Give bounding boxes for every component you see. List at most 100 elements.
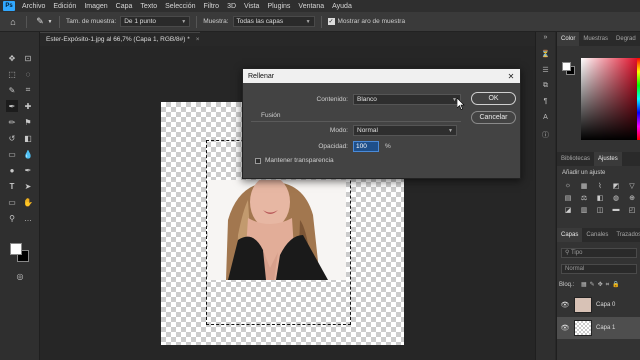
mode-label: Modo: <box>329 127 348 134</box>
character-icon[interactable]: A <box>540 114 552 124</box>
properties-icon[interactable]: ☰ <box>540 66 552 76</box>
hand-tool-icon[interactable]: ✋ <box>22 196 34 208</box>
shape-tool-icon[interactable]: ▭ <box>6 196 18 208</box>
paragraph-icon[interactable]: ¶ <box>540 98 552 108</box>
opacity-input[interactable]: 100 <box>353 141 379 152</box>
preserve-transparency-label[interactable]: Mantener transparencia <box>265 157 334 164</box>
tab-libraries[interactable]: Bibliotecas <box>557 152 594 166</box>
cancel-button[interactable]: Cancelar <box>471 111 516 124</box>
dodge-tool-icon[interactable]: ● <box>6 164 18 176</box>
sample-select[interactable]: Todas las capas ▼ <box>232 16 315 27</box>
channel-mixer-icon[interactable]: ⊕ <box>625 194 639 202</box>
tab-paths[interactable]: Trazados <box>612 228 640 242</box>
type-tool-icon[interactable]: T <box>6 180 18 192</box>
menu-filtro[interactable]: Filtro <box>200 3 224 10</box>
levels-icon[interactable]: ▦ <box>577 182 591 190</box>
invert-icon[interactable]: ◪ <box>561 206 575 214</box>
healing-tool-icon[interactable]: ✚ <box>22 100 34 112</box>
eye-icon[interactable]: 👁 <box>560 324 570 332</box>
blend-mode-select[interactable]: Normal <box>561 264 637 274</box>
menu-archivo[interactable]: Archivo <box>18 3 49 10</box>
foreground-color-swatch[interactable] <box>10 243 22 255</box>
layers-comp-icon[interactable]: ⧉ <box>540 82 552 92</box>
info-icon[interactable]: ⓘ <box>540 130 552 140</box>
lasso-tool-icon[interactable]: ◌ <box>22 68 34 80</box>
hue-saturation-icon[interactable]: ▤ <box>561 194 575 202</box>
crop-tool-icon[interactable]: ⌗ <box>22 84 34 96</box>
layer-name[interactable]: Capa 0 <box>596 302 615 308</box>
black-white-icon[interactable]: ◧ <box>593 194 607 202</box>
path-select-tool-icon[interactable]: ➤ <box>22 180 34 192</box>
blur-tool-icon[interactable]: 💧 <box>22 148 34 160</box>
sample-size-select[interactable]: De 1 punto ▼ <box>120 16 191 27</box>
show-ring-checkbox[interactable]: ✓ <box>327 18 335 25</box>
artboard-tool-icon[interactable]: ⊡ <box>22 52 34 64</box>
document-tab[interactable]: Ester-Expósito-1.jpg al 66,7% (Capa 1, R… <box>40 32 200 46</box>
history-icon[interactable]: ⏳ <box>540 50 552 60</box>
close-icon[interactable]: × <box>196 36 200 43</box>
menu-vista[interactable]: Vista <box>240 3 263 10</box>
menu-plugins[interactable]: Plugins <box>263 3 294 10</box>
preserve-transparency-checkbox[interactable] <box>255 157 261 164</box>
layer-name[interactable]: Capa 1 <box>596 325 615 331</box>
posterize-icon[interactable]: ▥ <box>577 206 591 214</box>
move-tool-icon[interactable]: ✥ <box>6 52 18 64</box>
gradient-tool-icon[interactable]: ▭ <box>6 148 18 160</box>
gradient-map-icon[interactable]: ▬ <box>609 206 623 214</box>
tab-adjustments[interactable]: Ajustes <box>594 152 622 166</box>
menu-capa[interactable]: Capa <box>112 3 137 10</box>
opacity-unit: % <box>385 143 391 150</box>
menu-ventana[interactable]: Ventana <box>294 3 328 10</box>
ok-button[interactable]: OK <box>471 92 516 105</box>
selective-color-icon[interactable]: ◰ <box>625 206 639 214</box>
exposure-icon[interactable]: ◩ <box>609 182 623 190</box>
layer-row[interactable]: 👁 Capa 1 <box>557 317 640 339</box>
color-balance-icon[interactable]: ⚖ <box>577 194 591 202</box>
home-icon[interactable]: ⌂ <box>6 15 20 29</box>
brush-tool-icon[interactable]: ✏ <box>6 116 18 128</box>
menu-imagen[interactable]: Imagen <box>80 3 111 10</box>
tab-channels[interactable]: Canales <box>582 228 612 242</box>
menu-texto[interactable]: Texto <box>136 3 161 10</box>
opacity-label: Opacidad: <box>318 143 348 150</box>
opacity-row: Opacidad: 100 % <box>273 141 391 152</box>
quick-select-tool-icon[interactable]: ✎ <box>6 84 18 96</box>
more-tools-icon[interactable]: … <box>22 212 34 224</box>
eyedropper-icon[interactable]: ✎ <box>33 15 47 29</box>
fg-color-mini[interactable] <box>562 62 571 71</box>
eraser-tool-icon[interactable]: ◧ <box>22 132 34 144</box>
layer-thumbnail <box>574 320 592 336</box>
photo-filter-icon[interactable]: ◍ <box>609 194 623 202</box>
stamp-tool-icon[interactable]: ⚑ <box>22 116 34 128</box>
tab-gradients[interactable]: Degrad <box>612 32 640 46</box>
layer-row[interactable]: 👁 Capa 0 <box>557 294 640 316</box>
tab-layers[interactable]: Capas <box>557 228 583 242</box>
brightness-icon[interactable]: ☼ <box>561 182 575 190</box>
contents-select[interactable]: Blanco ▼ <box>353 94 461 105</box>
zoom-tool-icon[interactable]: ⚲ <box>6 212 18 224</box>
layer-filter[interactable]: ⚲ Tipo <box>561 248 637 258</box>
threshold-icon[interactable]: ◫ <box>593 206 607 214</box>
mode-select[interactable]: Normal ▼ <box>353 125 457 136</box>
pen-tool-icon[interactable]: ✒ <box>22 164 34 176</box>
contents-row: Contenido: Blanco ▼ <box>273 94 461 105</box>
menu-ayuda[interactable]: Ayuda <box>328 3 356 10</box>
eyedropper-tool-icon[interactable]: ✒ <box>6 100 18 112</box>
sample-size-label: Tam. de muestra: <box>66 18 117 25</box>
menu-seleccion[interactable]: Selección <box>161 3 199 10</box>
tab-swatches[interactable]: Muestras <box>579 32 612 46</box>
eye-icon[interactable]: 👁 <box>560 301 570 309</box>
show-ring-label: Mostrar aro de muestra <box>337 18 406 25</box>
panel-collapse-icon[interactable]: » <box>540 34 552 44</box>
marquee-tool-icon[interactable]: ⬚ <box>6 68 18 80</box>
quick-mask-icon[interactable]: ◎ <box>14 270 26 282</box>
curves-icon[interactable]: ⌇ <box>593 182 607 190</box>
tab-color[interactable]: Color <box>557 32 580 46</box>
vibrance-icon[interactable]: ▽ <box>625 182 639 190</box>
chevron-down-icon[interactable]: ▼ <box>47 15 53 29</box>
color-picker-field[interactable] <box>581 58 637 140</box>
menu-3d[interactable]: 3D <box>223 3 240 10</box>
close-icon[interactable]: ✕ <box>505 72 517 81</box>
menu-edicion[interactable]: Edición <box>49 3 80 10</box>
history-brush-tool-icon[interactable]: ↺ <box>6 132 18 144</box>
